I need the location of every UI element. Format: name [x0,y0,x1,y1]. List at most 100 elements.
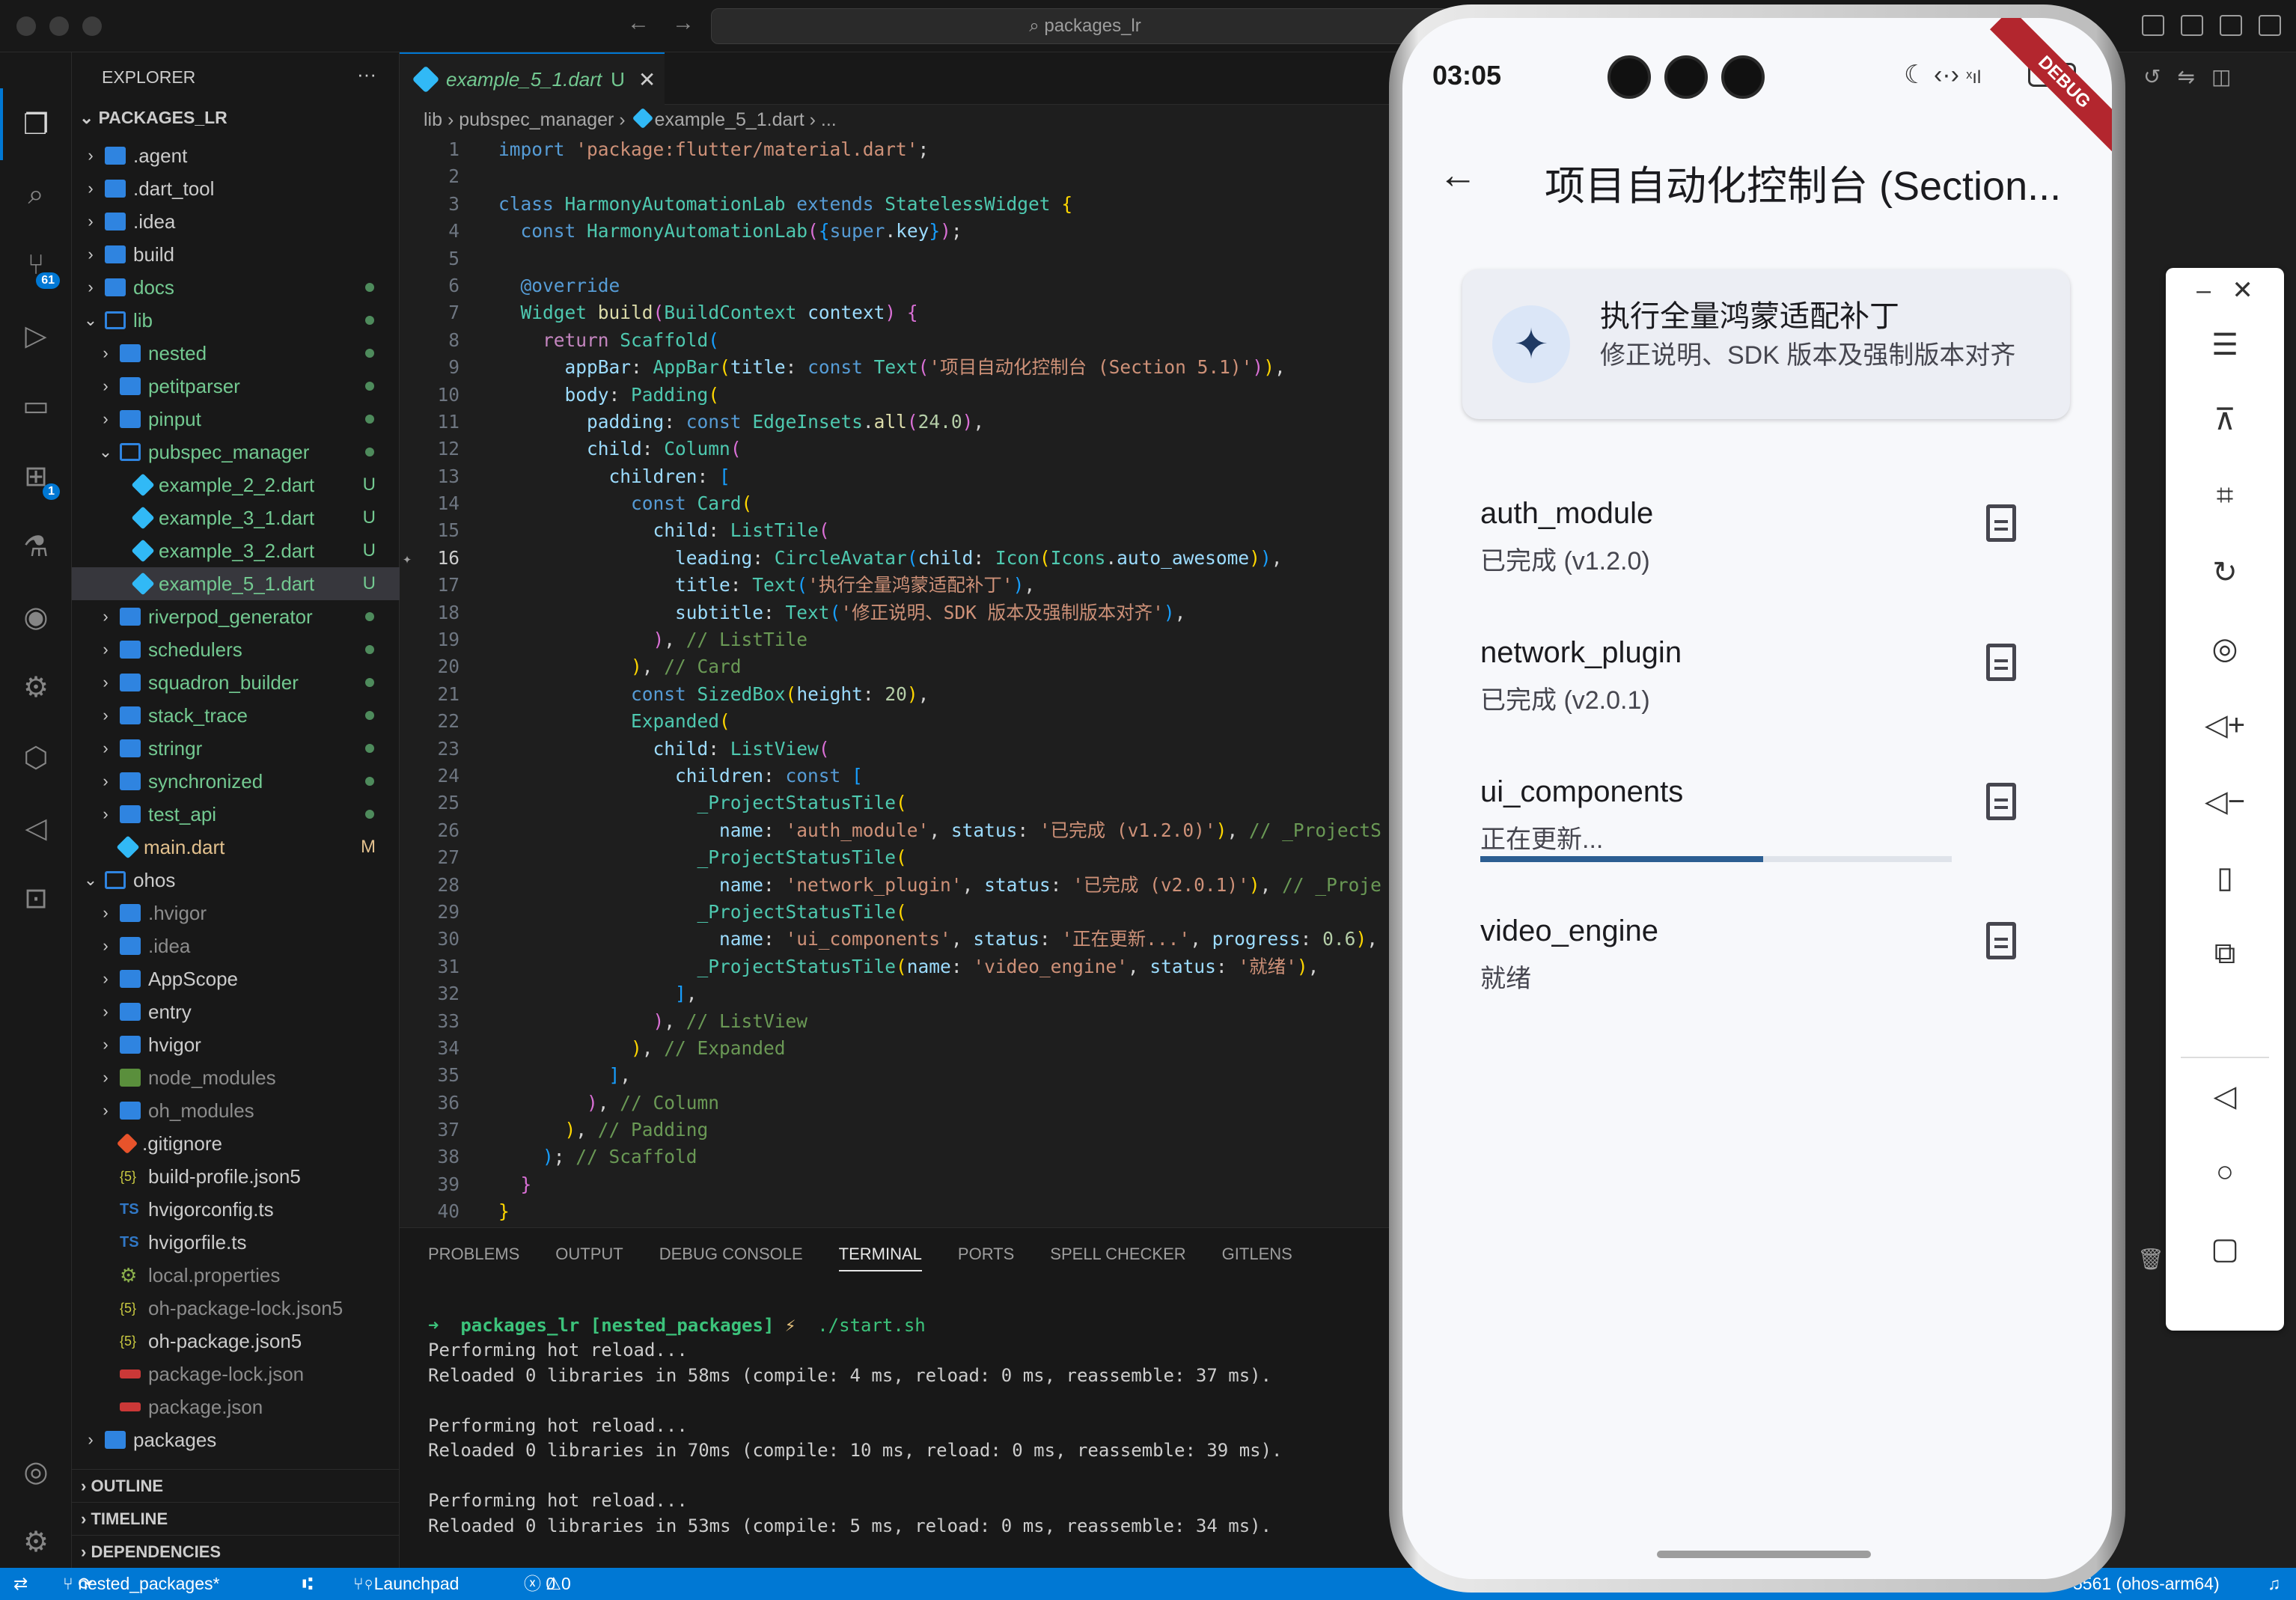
workspace-root[interactable]: ⌄ PACKAGES_LR [79,108,228,128]
panel-toggle-icon[interactable] [2220,15,2242,36]
tree-file[interactable]: package.json [72,1390,400,1423]
sidebar-toggle-icon[interactable] [2181,15,2203,36]
trash-icon[interactable]: 🗑 [2137,1247,2164,1271]
line-number[interactable]: 29 [400,899,459,926]
tree-folder[interactable]: › .dart_tool [72,172,400,205]
flutter-icon[interactable]: ◁ [16,808,55,847]
line-number[interactable]: 1 [400,136,459,163]
menu-icon[interactable]: ☰ [2166,328,2284,362]
tree-file[interactable]: example_2_2.dart U [72,468,400,501]
line-number[interactable]: 27 [400,844,459,871]
tree-folder[interactable]: › squadron_builder [72,666,400,699]
panel-tab[interactable]: PORTS [958,1245,1014,1271]
line-number[interactable]: 7 [400,299,459,326]
breadcrumb-item[interactable]: ... [821,109,837,130]
line-number[interactable]: 36 [400,1090,459,1117]
line-number[interactable]: 31 [400,953,459,980]
tree-folder[interactable]: › schedulers [72,633,400,666]
remote-icon[interactable]: ⇄ [13,1568,28,1600]
tree-folder[interactable]: › .agent [72,139,400,172]
package-icon[interactable]: ⬡ [16,738,55,777]
line-number[interactable]: 17 [400,572,459,599]
tree-folder[interactable]: › .idea [72,205,400,238]
line-number[interactable]: 39 [400,1171,459,1198]
breadcrumb-item[interactable]: example_5_1.dart [655,109,804,130]
containers-icon[interactable]: ⚙ [16,668,55,706]
tree-file[interactable]: example_3_1.dart U [72,501,400,534]
branch-status[interactable]: ⑂ nested_packages* ⟳ [63,1568,219,1600]
split-editor-icon[interactable]: ◫ [2211,65,2247,88]
tree-file[interactable]: ⚙ local.properties [72,1259,400,1292]
explorer-icon[interactable]: ❐ [16,105,55,144]
line-number[interactable]: 38 [400,1143,459,1170]
line-number[interactable]: 21 [400,681,459,708]
rotate-icon[interactable]: ↻ [2166,555,2284,590]
source-control-icon[interactable]: ⑂ 61 [16,245,60,289]
crop-icon[interactable]: ⌗ [2166,479,2284,513]
section-dependencies[interactable]: › DEPENDENCIES [72,1535,400,1568]
tree-file[interactable]: TS hvigorfile.ts [72,1226,400,1259]
sync-icon[interactable]: ⑆ [302,1568,313,1600]
close-window-button[interactable] [16,16,36,36]
line-number[interactable]: 19 [400,626,459,653]
pin-off-icon[interactable]: ⊼ [2166,403,2284,437]
back-nav-icon[interactable]: ◁ [2166,1079,2284,1114]
tree-folder[interactable]: › pinput [72,403,400,436]
project-status-tile[interactable]: ui_components 正在更新... [1480,775,2064,888]
tree-folder[interactable]: › .hvigor [72,897,400,929]
line-number[interactable]: 9 [400,354,459,381]
line-number[interactable]: 28 [400,872,459,899]
panel-tab[interactable]: SPELL CHECKER [1050,1245,1185,1271]
tree-file[interactable]: example_3_2.dart U [72,534,400,567]
tree-folder[interactable]: ⌄ lib [72,304,400,337]
notifications-bell-icon[interactable]: ♫ [2268,1568,2280,1600]
project-status-tile[interactable]: video_engine 就绪 [1480,914,2064,1027]
tree-folder[interactable]: › oh_modules [72,1094,400,1127]
multi-screen-icon[interactable]: ⧉ [2166,937,2284,971]
back-arrow-icon[interactable]: ← [1438,153,1477,198]
terminal-output[interactable]: ➜ packages_lr [nested_packages] ⚡ ./star… [428,1288,1283,1600]
line-number[interactable]: 26 [400,817,459,844]
line-number[interactable]: 33 [400,1008,459,1035]
tree-folder[interactable]: › stringr [72,732,400,765]
line-number[interactable]: 24 [400,763,459,790]
tree-folder[interactable]: › synchronized [72,765,400,798]
tree-file[interactable]: package-lock.json [72,1358,400,1390]
line-number[interactable]: 32 [400,980,459,1007]
extensions-icon[interactable]: ⊞ 1 [16,457,60,500]
volume-up-icon[interactable]: ◁+ [2166,708,2284,742]
tree-folder[interactable]: › stack_trace [72,699,400,732]
line-number[interactable]: 37 [400,1117,459,1143]
copilot-sparkle-icon[interactable]: ✦ [403,545,412,572]
project-status-tile[interactable]: auth_module 已完成 (v1.2.0) [1480,497,2064,609]
zoom-window-button[interactable] [82,16,102,36]
section-outline[interactable]: › OUTLINE [72,1469,400,1502]
code-editor[interactable]: 1 import 'package:flutter/material.dart';… [400,136,1462,1229]
tree-file[interactable]: TS hvigorconfig.ts [72,1193,400,1226]
section-timeline[interactable]: › TIMELINE [72,1502,400,1535]
line-number[interactable]: 18 [400,599,459,626]
tree-folder[interactable]: › hvigor [72,1028,400,1061]
back-arrow-icon[interactable]: ← [627,10,672,35]
close-icon[interactable]: ✕ [2232,276,2253,305]
panel-tab[interactable]: OUTPUT [555,1245,623,1271]
panel-tab[interactable]: GITLENS [1222,1245,1292,1271]
line-number[interactable]: 22 [400,708,459,735]
line-number[interactable]: 12 [400,436,459,462]
line-number[interactable]: 20 [400,653,459,680]
tree-file[interactable]: {5} oh-package.json5 [72,1325,400,1358]
line-number[interactable]: 13 [400,463,459,490]
tree-folder[interactable]: › nested [72,337,400,370]
line-number[interactable]: 8 [400,327,459,354]
problems-status[interactable]: ⓧ 0 ⚠ 0 [524,1568,571,1600]
home-nav-icon[interactable]: ○ [2166,1155,2284,1189]
tree-file[interactable]: {5} oh-package-lock.json5 [72,1292,400,1325]
tree-folder[interactable]: › .idea [72,929,400,962]
run-debug-icon[interactable]: ▷ [16,316,55,355]
tree-folder[interactable]: › docs [72,271,400,304]
volume-down-icon[interactable]: ◁− [2166,784,2284,819]
camera-icon[interactable]: ◎ [2166,632,2284,666]
tree-folder[interactable]: › packages [72,1423,400,1456]
tree-folder[interactable]: › petitparser [72,370,400,403]
forward-arrow-icon[interactable]: → [672,10,717,35]
